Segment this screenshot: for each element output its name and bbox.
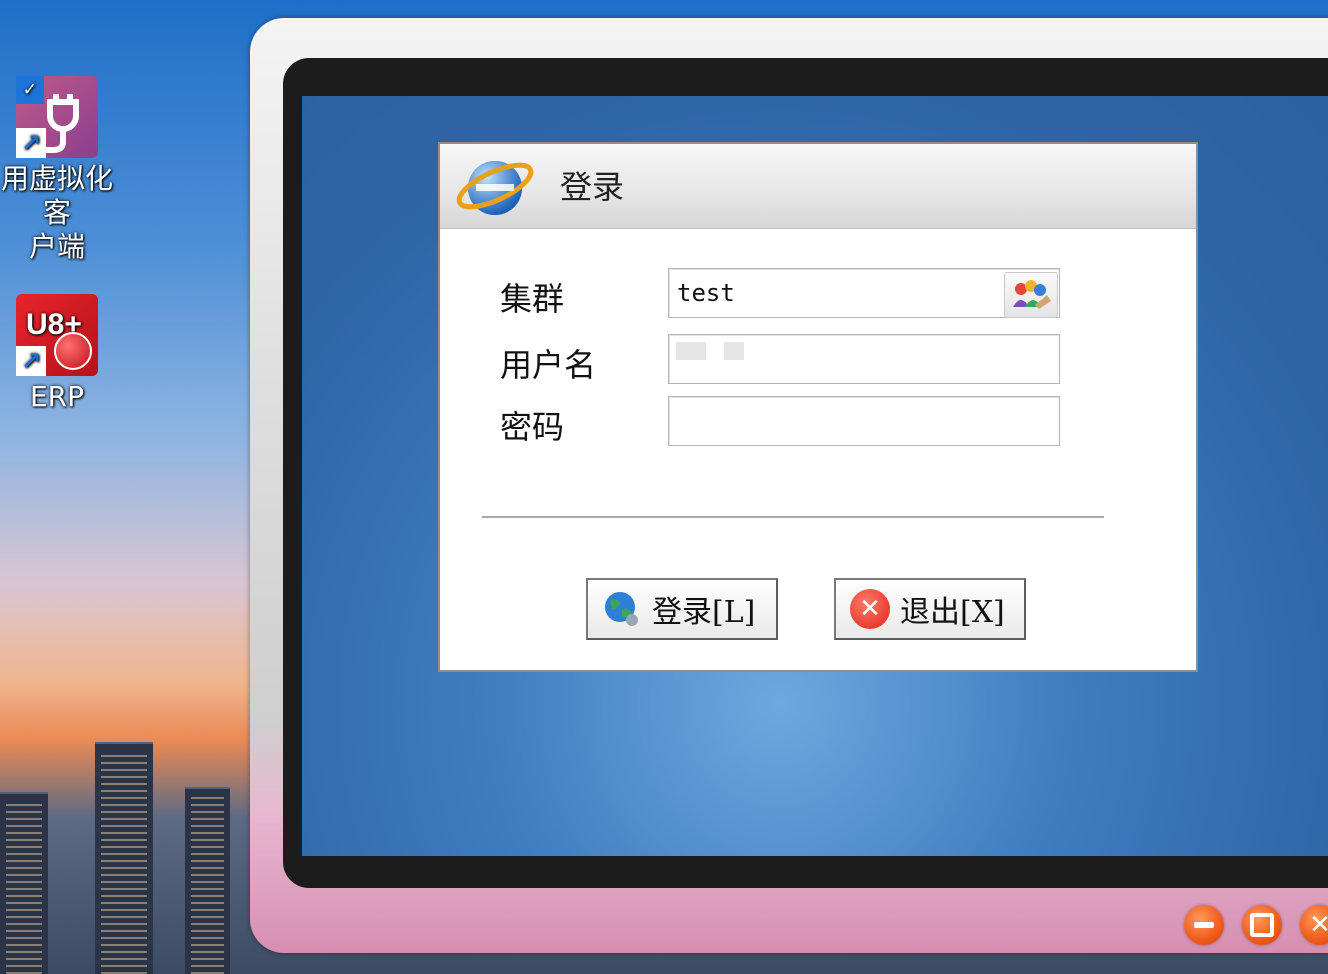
exit-button-label: 退出[X]: [900, 595, 1005, 630]
separator: [482, 516, 1104, 518]
redacted-text: [676, 342, 706, 360]
dialog-header: 登录: [440, 144, 1196, 229]
password-field[interactable]: [668, 396, 1060, 446]
window-controls: ✕: [1184, 905, 1328, 945]
exit-button[interactable]: ✕ 退出[X]: [834, 578, 1026, 640]
building: [95, 742, 153, 974]
cluster-field[interactable]: [668, 268, 1060, 318]
username-label: 用户名: [500, 346, 597, 384]
plug-icon: ✓ ↗: [16, 76, 98, 158]
dialog-title: 登录: [560, 168, 625, 206]
building: [0, 792, 48, 974]
shortcut-arrow-icon: ↗: [16, 128, 46, 158]
close-circle-icon: ✕: [850, 589, 890, 629]
password-label: 密码: [500, 408, 565, 446]
check-icon: ✓: [16, 76, 44, 104]
building: [185, 787, 230, 974]
desktop-icon-label: 用虚拟化客: [0, 162, 113, 229]
u8-erp-icon: U8+ ↗: [16, 294, 98, 376]
maximize-button[interactable]: [1242, 905, 1282, 945]
desktop-icon-virtual-client[interactable]: ✓ ↗ 用虚拟化客 户端: [0, 76, 122, 264]
maximize-icon: [1250, 913, 1274, 937]
login-dialog: 登录 集群 用户名 密码 登录[L] ✕ 退出[X]: [438, 142, 1198, 672]
close-icon: ✕: [1309, 910, 1328, 940]
globe-icon: [605, 592, 638, 626]
globe-logo-icon: [456, 161, 534, 215]
desktop-icon-erp[interactable]: U8+ ↗ ERP: [0, 294, 122, 414]
users-icon: [1013, 280, 1051, 309]
minimize-button[interactable]: [1184, 905, 1224, 945]
desktop-icon-label: ERP: [29, 380, 85, 413]
cluster-label: 集群: [500, 280, 565, 318]
cluster-picker-button[interactable]: [1004, 272, 1058, 318]
shortcut-arrow-icon: ↗: [16, 346, 46, 376]
desktop-icon-label: 户端: [28, 230, 85, 263]
login-button[interactable]: 登录[L]: [586, 578, 778, 640]
minimize-icon: [1194, 922, 1214, 928]
city-skyline: [0, 674, 260, 974]
redacted-text: [724, 342, 744, 360]
login-button-label: 登录[L]: [652, 595, 756, 630]
ball-icon: [54, 332, 92, 370]
close-button[interactable]: ✕: [1300, 905, 1328, 945]
